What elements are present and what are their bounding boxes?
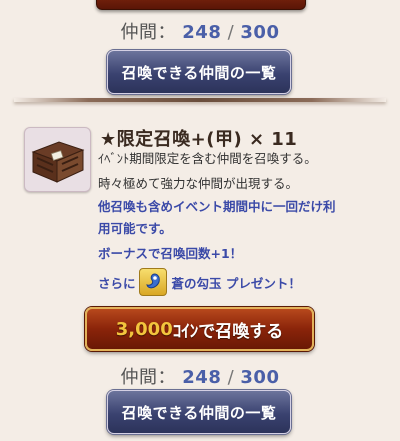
gacha-description-line-1: ｲﾍﾞﾝﾄ期間限定を含む仲間を召喚する。 xyxy=(98,151,317,166)
cta-label: ｺｲﾝで召喚する xyxy=(172,321,284,342)
ally-count-current-2: 248 xyxy=(182,367,222,388)
present-notice: さらに 蒼の勾玉 プレゼント！ xyxy=(98,268,301,296)
ally-count-current: 248 xyxy=(182,22,222,43)
ally-count-separator: / xyxy=(227,22,235,43)
ally-count-2: 仲間： 248 / 300 xyxy=(0,363,400,389)
magatama-icon xyxy=(138,268,167,296)
ally-count-max: 300 xyxy=(240,22,280,43)
limit-notice-line-2: 用可能です。 xyxy=(98,221,172,236)
summon-with-coins-button[interactable]: 3,000 ｺｲﾝで召喚する xyxy=(85,307,314,351)
cta-price: 3,000 xyxy=(115,318,173,340)
present-prefix: さらに xyxy=(98,275,136,291)
bonus-notice: ボーナスで召喚回数+1！ xyxy=(98,246,243,261)
summonable-allies-list-button-2[interactable]: 召喚できる仲間の一覧 xyxy=(107,390,291,434)
ally-count-max-2: 300 xyxy=(240,367,280,388)
ally-count-label: 仲間： xyxy=(120,22,177,43)
summon-box-icon xyxy=(24,127,91,192)
gacha-description-line-2: 時々極めて強力な仲間が出現する。 xyxy=(98,176,299,191)
ally-count-separator-2: / xyxy=(227,367,235,388)
present-item: 蒼の勾玉 プレゼント！ xyxy=(171,275,301,291)
section-divider xyxy=(14,98,386,102)
summonable-allies-list-button[interactable]: 召喚できる仲間の一覧 xyxy=(107,50,291,94)
ally-count: 仲間： 248 / 300 xyxy=(0,18,400,44)
limit-notice-line-1: 他召喚も含めイベント期間中に一回だけ利 xyxy=(98,199,336,214)
gacha-title: ★限定召喚+(甲) × 11 xyxy=(100,129,298,150)
ally-count-label-2: 仲間： xyxy=(120,367,177,388)
list-button-label-2: 召喚できる仲間の一覧 xyxy=(121,403,277,422)
list-button-label: 召喚できる仲間の一覧 xyxy=(121,63,277,82)
previous-summon-button[interactable] xyxy=(96,0,306,10)
